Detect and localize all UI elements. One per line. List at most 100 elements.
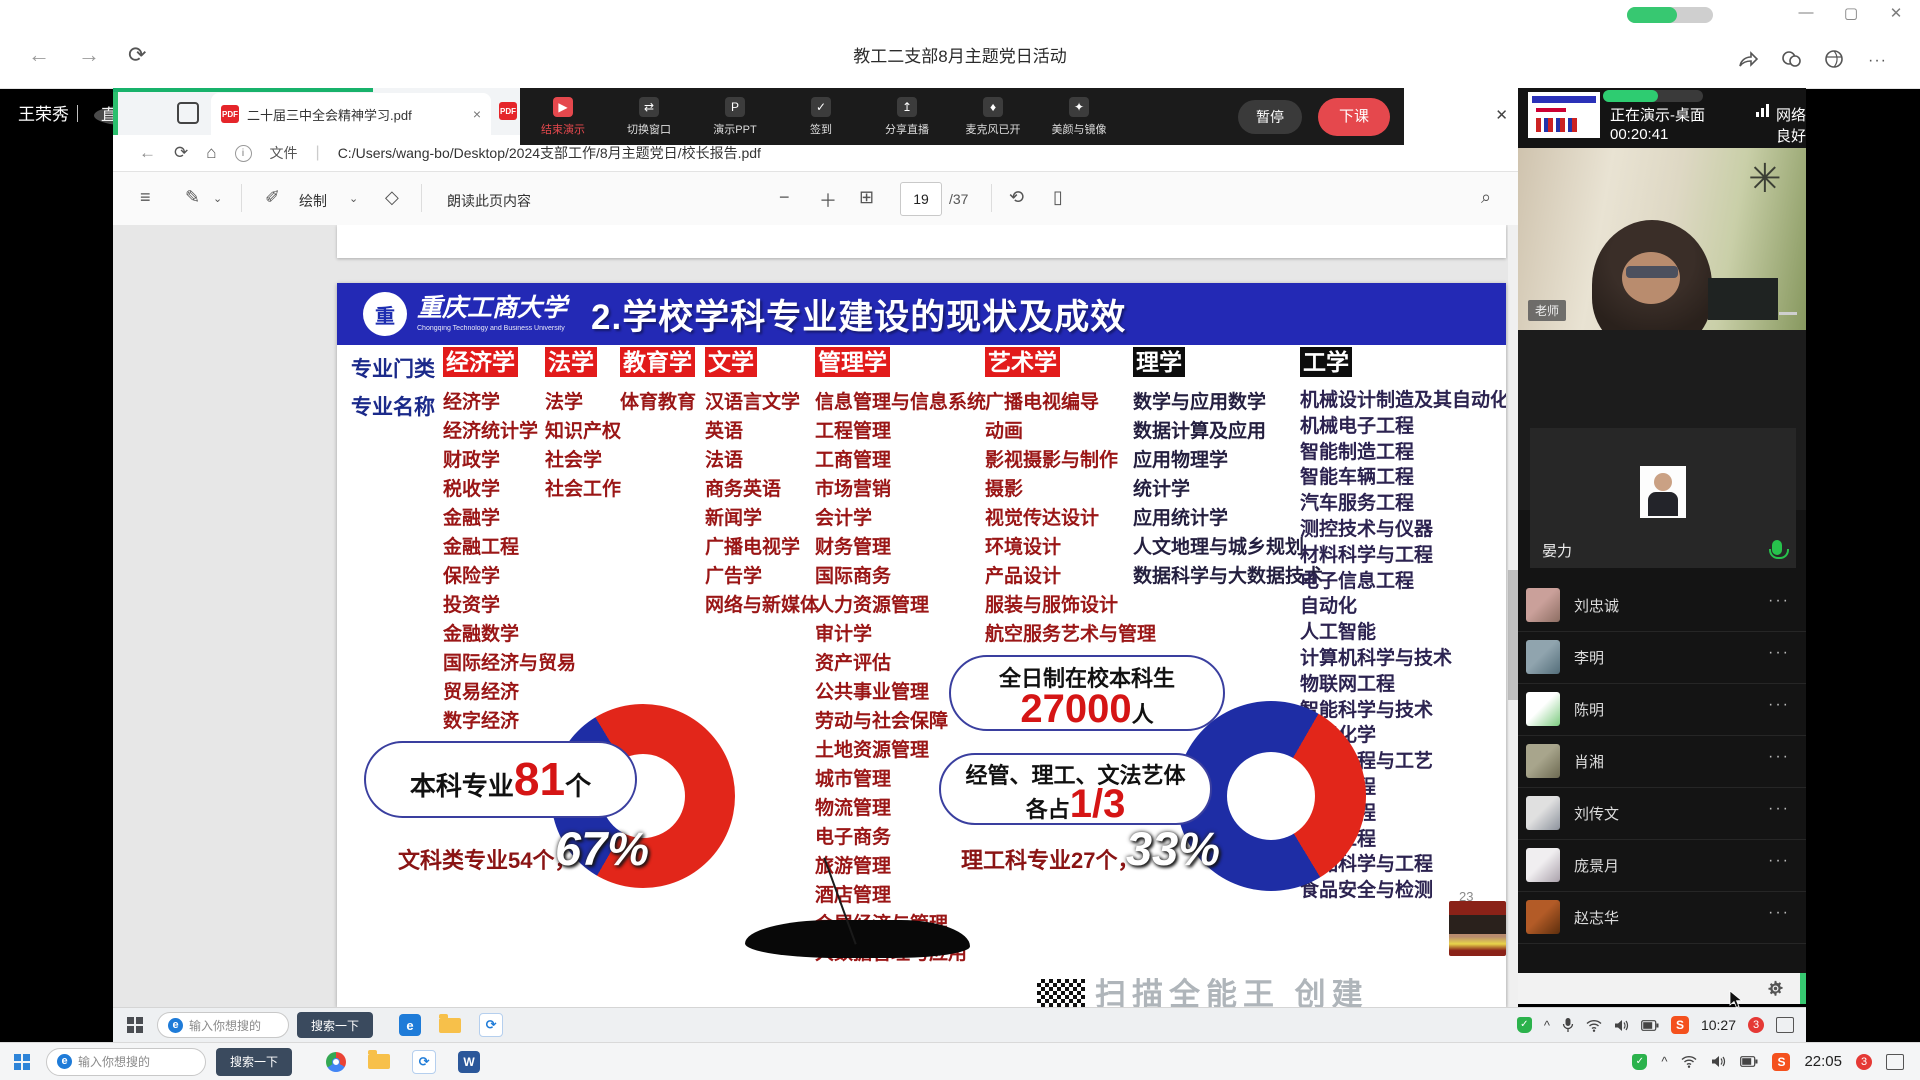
eraser-icon[interactable]: ◇ (385, 187, 399, 208)
start-button-icon[interactable] (127, 1017, 143, 1033)
wifi-icon[interactable] (1586, 1019, 1602, 1032)
toc-icon[interactable]: ≡ (140, 187, 151, 208)
highlighter-icon[interactable]: ✎ (185, 187, 200, 208)
sogou-input-icon[interactable]: S (1671, 1016, 1689, 1034)
chrome-taskbar-icon[interactable] (326, 1052, 346, 1072)
participant-row[interactable]: 刘传文 ··· (1518, 788, 1806, 840)
notification-badge[interactable]: 3 (1856, 1054, 1872, 1070)
live-toggle[interactable] (1627, 7, 1713, 23)
gear-icon[interactable] (1767, 980, 1784, 997)
battery-icon[interactable] (1641, 1020, 1659, 1031)
edge-taskbar-icon[interactable]: e (399, 1014, 421, 1036)
remote-clock[interactable]: 10:27 (1701, 1017, 1736, 1033)
speaker-photo (1640, 466, 1686, 518)
fit-width-icon[interactable]: ⊞ (859, 187, 874, 208)
presenter-toolbar-button[interactable]: ✦ 美颜与镜像 (1036, 97, 1122, 137)
participant-row[interactable]: 肖湘 ··· (1518, 736, 1806, 788)
search-go-button[interactable]: 搜索一下 (297, 1012, 373, 1038)
refresh-icon[interactable]: ⟳ (174, 143, 188, 163)
tab-second-pdf-icon[interactable]: PDF (499, 102, 517, 120)
more-options-icon[interactable]: ··· (1768, 852, 1790, 870)
more-menu-icon[interactable]: ··· (1868, 52, 1887, 70)
toolbar-button-label: 分享直播 (864, 121, 950, 137)
mic-tray-icon[interactable] (1562, 1017, 1574, 1033)
participant-row[interactable]: 赵志华 ··· (1518, 892, 1806, 944)
security-shield-icon[interactable]: ✓ (1632, 1054, 1647, 1070)
highlighter-caret-icon[interactable]: ⌄ (213, 192, 222, 205)
zoom-out-icon[interactable]: − (779, 187, 790, 208)
browser-icon[interactable] (1823, 48, 1845, 70)
tab-close-icon[interactable]: × (473, 106, 481, 122)
presenter-toolbar-button[interactable]: ↥ 分享直播 (864, 97, 950, 137)
tray-expand-icon[interactable]: ^ (1544, 1018, 1550, 1033)
speaker-name: 晏力 (1542, 540, 1572, 561)
presenter-toolbar-button[interactable]: P 演示PPT (692, 97, 778, 137)
participant-row[interactable]: 李明 ··· (1518, 632, 1806, 684)
rotate-icon[interactable]: ⟲ (1009, 187, 1024, 208)
end-class-button[interactable]: 下课 (1318, 98, 1390, 136)
share-icon[interactable] (1737, 48, 1759, 70)
draw-pen-icon[interactable]: ✐ (265, 187, 280, 208)
start-button-icon[interactable] (14, 1054, 30, 1070)
speaker-icon[interactable] (1614, 1019, 1629, 1032)
pause-button[interactable]: 暂停 (1238, 100, 1302, 134)
sync-app-icon[interactable]: ⟳ (412, 1050, 436, 1074)
file-explorer-icon[interactable] (439, 1018, 461, 1033)
draw-caret-icon[interactable]: ⌄ (349, 192, 358, 205)
security-shield-icon[interactable]: ✓ (1517, 1017, 1532, 1033)
page-number-input[interactable]: 19 (900, 182, 942, 216)
presenter-toolbar-button[interactable]: ▶ 结束演示 (520, 97, 606, 137)
sogou-input-icon[interactable]: S (1772, 1053, 1790, 1071)
word-taskbar-icon[interactable]: W (458, 1051, 480, 1073)
taskbar-search-box[interactable]: e 输入你想搜的 (157, 1012, 289, 1038)
page-view-icon[interactable]: ▯ (1053, 187, 1063, 208)
speaker-icon[interactable] (1711, 1055, 1726, 1068)
local-clock[interactable]: 22:05 (1804, 1053, 1842, 1070)
close-button[interactable]: ✕ (1883, 4, 1909, 22)
zoom-in-icon[interactable]: ＋ (819, 187, 837, 213)
sync-app-icon[interactable]: ⟳ (479, 1013, 503, 1037)
home-icon[interactable]: ⌂ (206, 143, 216, 163)
active-speaker-tile[interactable]: 晏力 (1530, 428, 1796, 568)
info-icon[interactable]: i (235, 145, 252, 162)
participant-row[interactable]: 陈明 ··· (1518, 684, 1806, 736)
close-icon[interactable]: ✕ (1495, 106, 1508, 124)
more-options-icon[interactable]: ··· (1768, 644, 1790, 662)
file-path[interactable]: C:/Users/wang-bo/Desktop/2024支部工作/8月主题党日… (338, 143, 761, 163)
pdf-scrollbar[interactable] (1508, 225, 1518, 1007)
read-aloud-label[interactable]: 朗读此页内容 (447, 191, 531, 211)
search-icon[interactable]: ⌕ (1481, 187, 1491, 208)
participant-row[interactable]: 庞景月 ··· (1518, 840, 1806, 892)
notification-badge[interactable]: 3 (1748, 1017, 1764, 1033)
major-item: 社会学 (545, 446, 621, 475)
tray-expand-icon[interactable]: ^ (1661, 1054, 1667, 1069)
taskbar-search-box[interactable]: e 输入你想搜的 (46, 1048, 206, 1076)
major-item: 财务管理 (815, 533, 986, 562)
file-explorer-icon[interactable] (368, 1054, 390, 1069)
action-center-icon[interactable] (1886, 1054, 1904, 1070)
more-options-icon[interactable]: ··· (1768, 748, 1790, 766)
more-options-icon[interactable]: ··· (1768, 800, 1790, 818)
more-options-icon[interactable]: ··· (1768, 592, 1790, 610)
draw-label[interactable]: 绘制 (299, 191, 327, 211)
presenter-toolbar-button[interactable]: ⇄ 切换窗口 (606, 97, 692, 137)
major-item: 汽车服务工程 (1300, 491, 1506, 517)
action-center-icon[interactable] (1776, 1017, 1794, 1033)
chat-icon[interactable] (1780, 48, 1802, 70)
maximize-button[interactable]: ▢ (1838, 4, 1864, 22)
pdf-viewport[interactable]: 重 重庆工商大学 Chongqing Technology and Busine… (113, 225, 1518, 1007)
wifi-icon[interactable] (1681, 1055, 1697, 1068)
minimize-button[interactable]: — (1793, 4, 1819, 21)
presenter-toolbar-button[interactable]: ♦ 麦克风已开 (950, 97, 1036, 137)
more-options-icon[interactable]: ··· (1768, 904, 1790, 922)
back-icon[interactable]: ← (139, 143, 156, 163)
presenter-toolbar-button[interactable]: ✓ 签到 (778, 97, 864, 137)
tab-overview-icon[interactable] (177, 102, 199, 124)
collapse-panel-icon[interactable] (1779, 312, 1797, 315)
more-options-icon[interactable]: ··· (1768, 696, 1790, 714)
tab-active[interactable]: PDF 二十届三中全会精神学习.pdf × (211, 93, 491, 135)
participant-row[interactable]: 刘忠诚 ··· (1518, 580, 1806, 632)
presentation-thumbnail[interactable] (1528, 92, 1600, 138)
battery-icon[interactable] (1740, 1056, 1758, 1067)
search-go-button[interactable]: 搜索一下 (216, 1048, 292, 1076)
